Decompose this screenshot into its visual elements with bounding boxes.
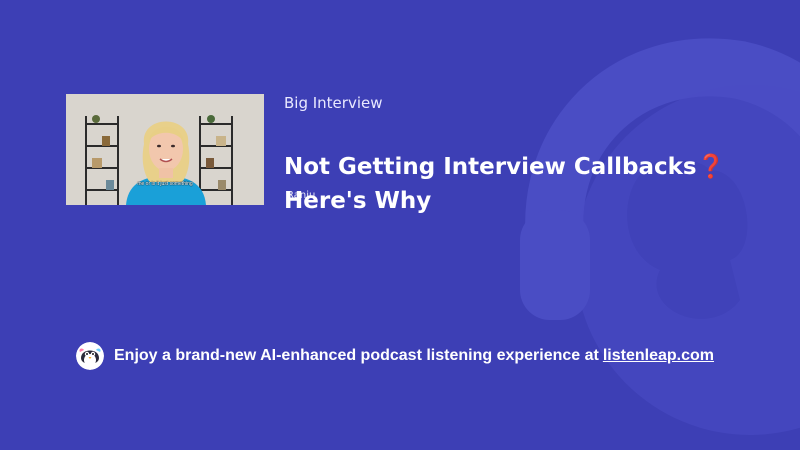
listenleap-link[interactable]: listenleap.com (603, 347, 714, 365)
overlapping-caption-text: Ranju (287, 190, 316, 201)
podcast-name[interactable]: Big Interview (284, 94, 383, 112)
thumbnail-image (66, 94, 264, 205)
episode-title: Not Getting Interview Callbacks❓ Here's … (284, 154, 726, 214)
penguin-icon (76, 342, 104, 370)
podcast-logo-watermark-icon (520, 38, 800, 435)
thumbnail-caption: me or is it just something (137, 181, 193, 187)
promo-text: Enjoy a brand-new AI-enhanced podcast li… (114, 347, 599, 364)
promo-banner: Enjoy a brand-new AI-enhanced podcast li… (76, 342, 714, 370)
episode-thumbnail[interactable]: me or is it just something (66, 94, 264, 205)
